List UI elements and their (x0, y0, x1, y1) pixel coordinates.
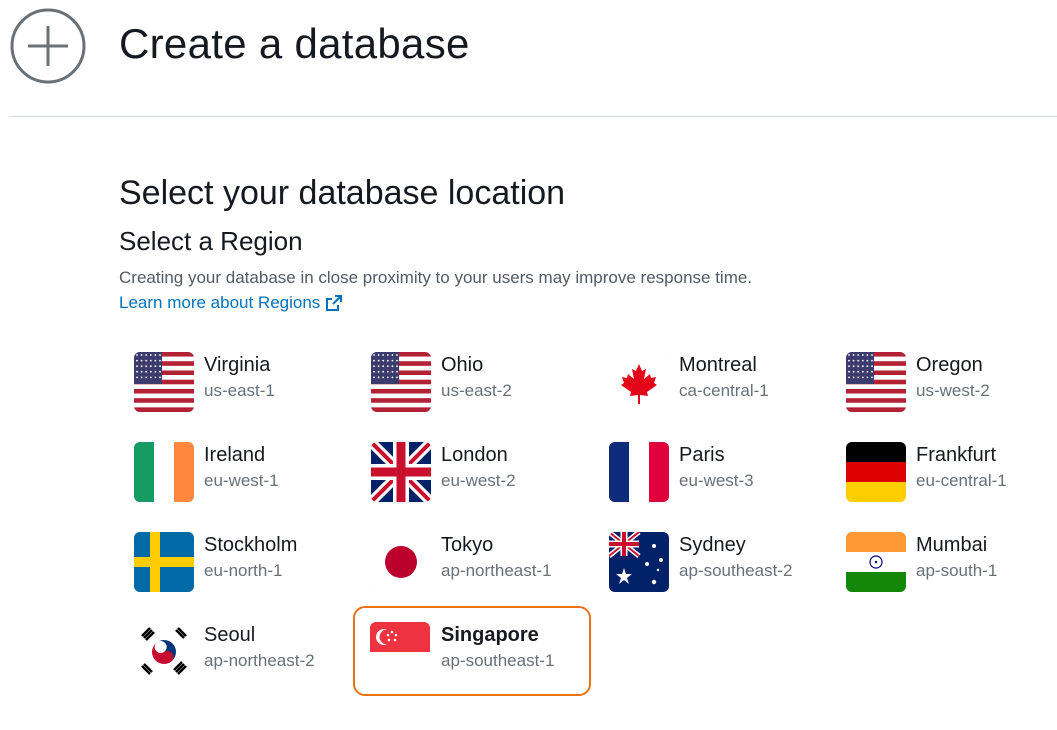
region-card-seoul[interactable]: Seoul ap-northeast-2 (118, 608, 354, 694)
usa-flag-icon (371, 352, 431, 412)
ireland-flag-icon (134, 442, 194, 502)
singapore-flag-icon (370, 622, 430, 682)
section-subtitle: Select a Region (119, 226, 303, 256)
page-title: Create a database (119, 20, 470, 67)
external-link-icon (326, 295, 343, 311)
region-code: eu-west-1 (204, 471, 279, 490)
france-flag-icon (609, 442, 669, 502)
region-name: Montreal (679, 354, 757, 376)
region-card-mumbai[interactable]: Mumbai ap-south-1 (830, 518, 1057, 604)
learn-more-label: Learn more about Regions (119, 293, 321, 312)
region-code: eu-north-1 (204, 561, 283, 580)
region-card-singapore[interactable]: Singapore ap-southeast-1 (353, 606, 591, 696)
region-code: ca-central-1 (679, 381, 769, 400)
region-card-sydney[interactable]: Sydney ap-southeast-2 (593, 518, 829, 604)
region-code: us-west-2 (916, 381, 990, 400)
section-title: Select your database location (119, 174, 566, 212)
india-flag-icon (846, 532, 906, 592)
region-name: Virginia (204, 354, 271, 376)
germany-flag-icon (846, 442, 906, 502)
usa-flag-icon (846, 352, 906, 412)
region-card-virginia[interactable]: Virginia us-east-1 (118, 338, 354, 424)
region-card-stockholm[interactable]: Stockholm eu-north-1 (118, 518, 354, 604)
region-name: Mumbai (916, 534, 988, 556)
region-name: Oregon (916, 354, 983, 376)
region-code: eu-central-1 (916, 471, 1007, 490)
region-card-oregon[interactable]: Oregon us-west-2 (830, 338, 1057, 424)
region-code: eu-west-3 (679, 471, 754, 490)
region-name: Ohio (441, 354, 484, 376)
region-code: us-east-2 (441, 381, 512, 400)
region-name: Sydney (679, 534, 746, 556)
region-code: ap-northeast-2 (204, 651, 315, 670)
canada-flag-icon (609, 352, 669, 412)
header-divider (9, 116, 1057, 117)
region-card-ohio[interactable]: Ohio us-east-2 (355, 338, 591, 424)
region-card-paris[interactable]: Paris eu-west-3 (593, 428, 829, 514)
japan-flag-icon (371, 532, 431, 592)
plus-circle-icon (10, 8, 86, 84)
region-name: Paris (679, 444, 725, 466)
region-code: ap-southeast-2 (679, 561, 793, 580)
region-code: eu-west-2 (441, 471, 516, 490)
page-header: Create a database (0, 0, 1057, 117)
region-name: Seoul (204, 624, 256, 646)
learn-more-link[interactable]: Learn more about Regions (119, 293, 343, 313)
region-name: Ireland (204, 444, 266, 466)
region-card-montreal[interactable]: Montreal ca-central-1 (593, 338, 829, 424)
region-code: ap-southeast-1 (441, 651, 555, 670)
region-code: ap-northeast-1 (441, 561, 552, 580)
region-name: Frankfurt (916, 444, 997, 466)
region-card-tokyo[interactable]: Tokyo ap-northeast-1 (355, 518, 591, 604)
region-card-frankfurt[interactable]: Frankfurt eu-central-1 (830, 428, 1057, 514)
usa-flag-icon (134, 352, 194, 412)
section-description: Creating your database in close proximit… (119, 268, 753, 287)
korea-flag-icon (134, 622, 194, 682)
region-name: Singapore (441, 624, 539, 646)
region-card-ireland[interactable]: Ireland eu-west-1 (118, 428, 354, 514)
australia-flag-icon (609, 532, 669, 592)
region-name: Stockholm (204, 534, 298, 556)
region-name: Tokyo (441, 534, 494, 556)
uk-flag-icon (371, 442, 431, 502)
region-card-london[interactable]: London eu-west-2 (355, 428, 591, 514)
sweden-flag-icon (134, 532, 194, 592)
region-code: ap-south-1 (916, 561, 998, 580)
region-name: London (441, 444, 508, 466)
region-code: us-east-1 (204, 381, 275, 400)
